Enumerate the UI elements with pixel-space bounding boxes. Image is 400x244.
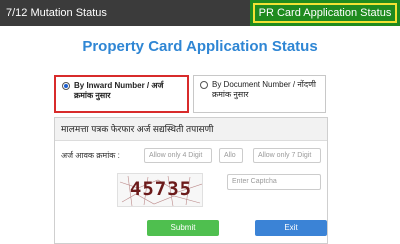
status-form-panel: मालमत्ता पत्रक फेरफार अर्ज सद्यस्थिती तप… xyxy=(54,117,328,244)
submit-button[interactable]: Submit xyxy=(147,220,219,236)
inward-number-label: अर्ज आवक क्रमांक : xyxy=(61,151,120,160)
inward-part1-input[interactable]: Allow only 4 Digit xyxy=(144,148,212,163)
captcha-image: 45735 xyxy=(117,173,203,207)
option-document-number-label: By Document Number / नोंदणी क्रमांक नुसा… xyxy=(212,80,316,99)
option-inward-number[interactable]: By Inward Number / अर्ज क्रमांक नुसार xyxy=(54,75,189,113)
captcha-text: 45735 xyxy=(129,178,193,200)
top-nav-bar: 7/12 Mutation Status PR Card Application… xyxy=(0,0,400,26)
page-title: Property Card Application Status xyxy=(82,38,318,55)
radio-selected-icon[interactable] xyxy=(62,82,70,90)
tab-mutation-status[interactable]: 7/12 Mutation Status xyxy=(0,0,249,26)
option-document-number[interactable]: By Document Number / नोंदणी क्रमांक नुसा… xyxy=(193,75,326,113)
inward-part3-input[interactable]: Allow only 7 Digit xyxy=(253,148,321,163)
exit-button[interactable]: Exit xyxy=(255,220,327,236)
captcha-input[interactable]: Enter Captcha xyxy=(227,174,321,190)
inward-part2-input[interactable]: Allo xyxy=(219,148,243,163)
tab-pr-card-status[interactable]: PR Card Application Status xyxy=(250,0,400,26)
panel-heading: मालमत्ता पत्रक फेरफार अर्ज सद्यस्थिती तप… xyxy=(55,118,327,141)
tab-pr-card-status-label: PR Card Application Status xyxy=(253,3,397,23)
option-inward-number-label: By Inward Number / अर्ज क्रमांक नुसार xyxy=(74,81,164,100)
radio-unselected-icon[interactable] xyxy=(200,81,208,89)
